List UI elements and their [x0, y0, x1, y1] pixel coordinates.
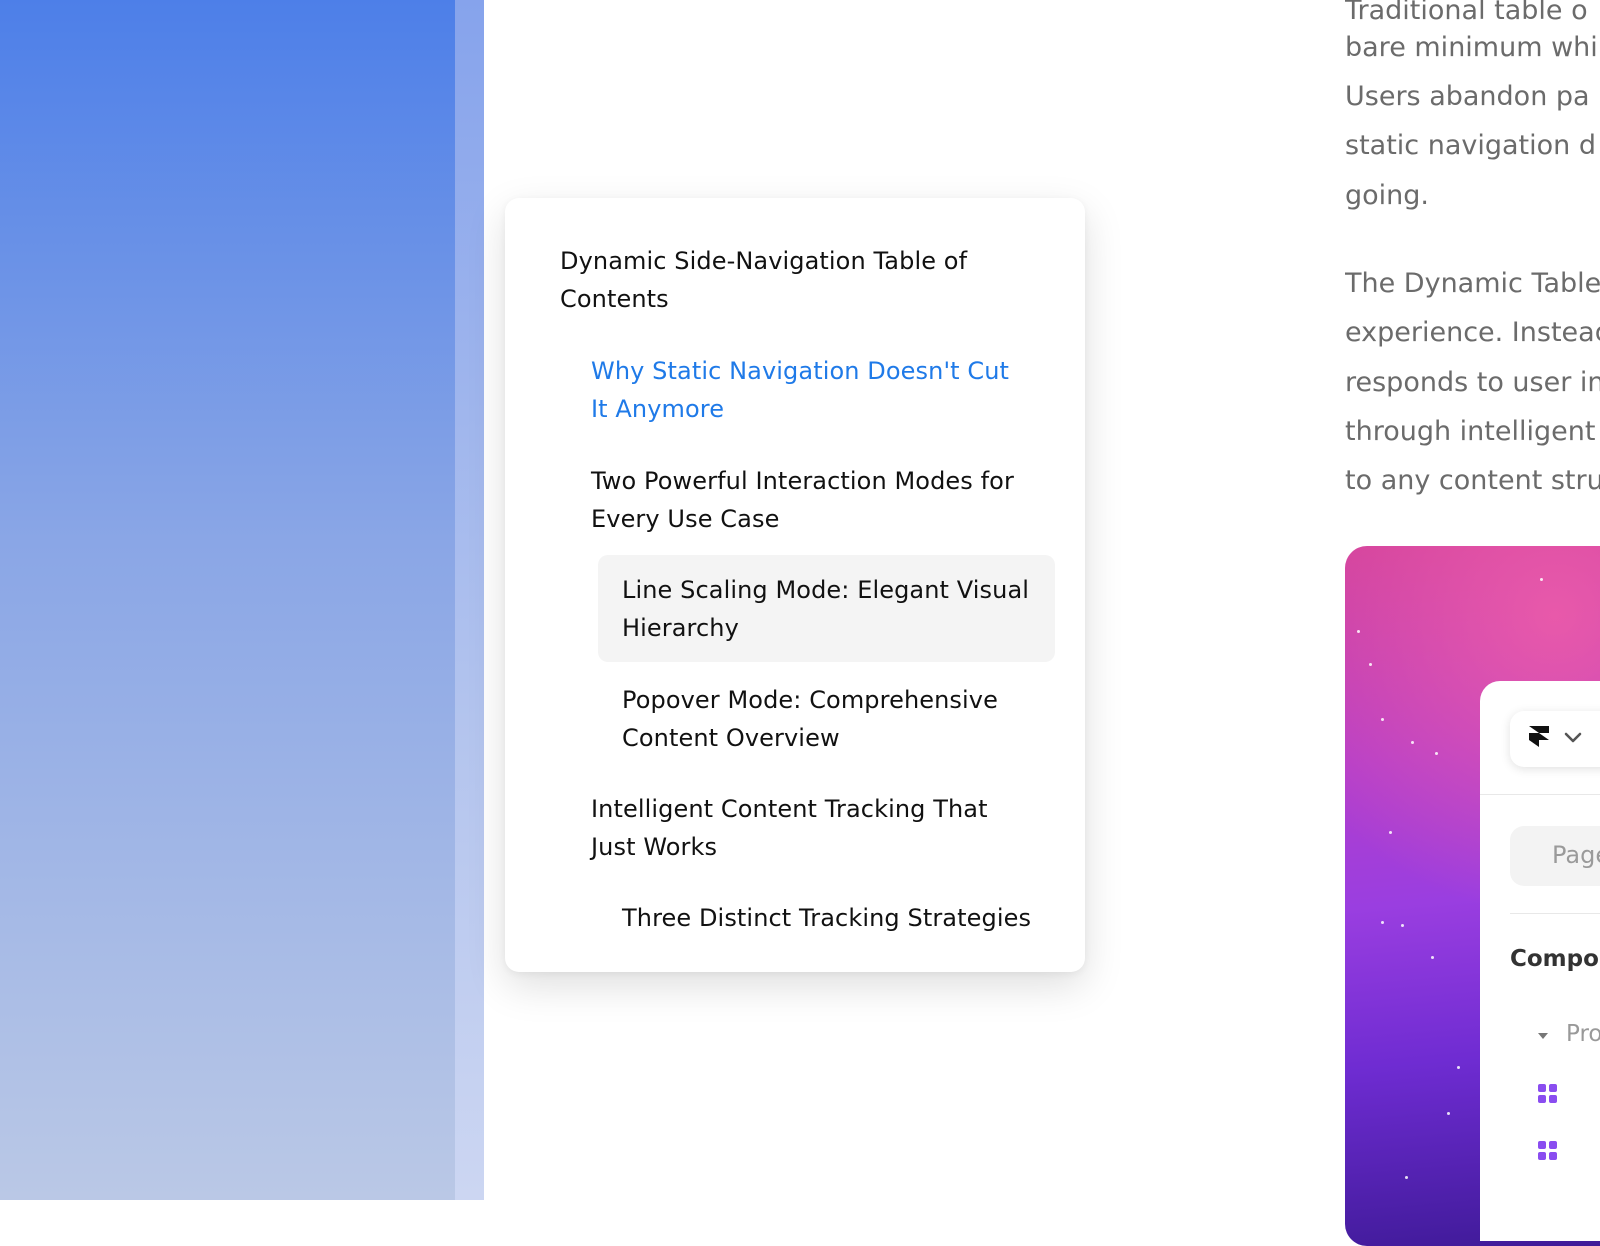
framer-menu-button[interactable] — [1510, 711, 1600, 767]
toc-item-why-static-navigation[interactable]: Why Static Navigation Doesn't Cut It Any… — [591, 352, 1051, 428]
paragraph-line: through intelligent — [1345, 416, 1596, 447]
paragraph-line: responds to user in — [1345, 367, 1600, 398]
star — [1447, 1112, 1450, 1115]
star — [1381, 718, 1384, 721]
star — [1457, 1066, 1460, 1069]
toc-item-intelligent-tracking[interactable]: Intelligent Content Tracking That Just W… — [591, 790, 1051, 866]
toc-item-popover-mode[interactable]: Popover Mode: Comprehensive Content Over… — [622, 681, 1052, 757]
table-of-contents: Dynamic Side-Navigation Table of Content… — [505, 198, 1085, 972]
search-placeholder: Page — [1552, 841, 1600, 869]
caret-down-icon[interactable] — [1538, 1033, 1548, 1039]
toc-item-three-strategies[interactable]: Three Distinct Tracking Strategies — [622, 899, 1052, 937]
framer-logo-icon — [1529, 726, 1549, 747]
star — [1357, 630, 1360, 633]
star — [1431, 956, 1434, 959]
component-icon — [1538, 1141, 1558, 1161]
component-icon — [1538, 1084, 1558, 1104]
paragraph-line: The Dynamic Table — [1345, 268, 1600, 299]
paragraph-line: to any content stru — [1345, 465, 1600, 496]
panel-divider — [1480, 794, 1600, 795]
left-gradient-panel — [0, 0, 455, 1200]
paragraph-line: static navigation d — [1345, 130, 1596, 161]
chevron-down-icon — [1564, 732, 1582, 743]
toc-item-main-heading[interactable]: Dynamic Side-Navigation Table of Content… — [560, 242, 1040, 318]
paragraph-line: bare minimum whi — [1345, 32, 1598, 63]
star — [1435, 752, 1438, 755]
star — [1389, 831, 1392, 834]
toc-item-two-interaction-modes[interactable]: Two Powerful Interaction Modes for Every… — [591, 462, 1051, 538]
star — [1369, 663, 1372, 666]
page-search-input[interactable]: Page — [1510, 826, 1600, 886]
component-panel: Page Compon Pro — [1480, 681, 1600, 1241]
tree-item-label[interactable]: Pro — [1566, 1021, 1600, 1047]
toc-item-line-scaling-mode[interactable]: Line Scaling Mode: Elegant Visual Hierar… — [622, 571, 1052, 647]
paragraph-line: experience. Instead — [1345, 317, 1600, 348]
left-gradient-strip — [455, 0, 484, 1200]
panel-divider — [1510, 913, 1600, 914]
paragraph-line: Users abandon pa — [1345, 81, 1590, 112]
star — [1405, 1176, 1408, 1179]
star — [1540, 578, 1543, 581]
star — [1381, 921, 1384, 924]
components-section-label: Compon — [1510, 946, 1600, 972]
star — [1401, 924, 1404, 927]
star — [1411, 741, 1414, 744]
paragraph-line: going. — [1345, 180, 1429, 211]
